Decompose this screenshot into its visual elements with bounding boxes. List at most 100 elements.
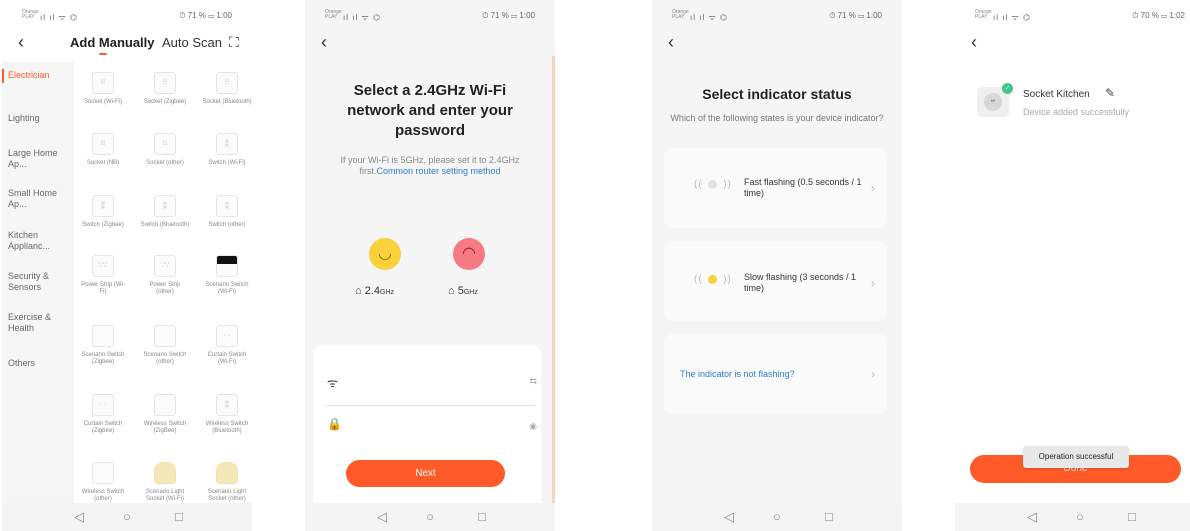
not-flashing-link[interactable]: The indicator is not flashing? (680, 369, 795, 379)
carrier-label: Orange PLAY (672, 9, 689, 20)
screen-indicator-status: Orange PLAY ıl ıl ᯤ ⌬ ⏱ 71 % ▭ 1:00 ‹ Se… (652, 0, 902, 531)
status-bar: Orange PLAY ıl ıl ᯤ ⌬ ⏱ 70 % ▭ 1:02 (975, 10, 1185, 24)
screen-device-added: Orange PLAY ıl ıl ᯤ ⌬ ⏱ 70 % ▭ 1:02 ‹ ••… (955, 0, 1190, 531)
switch-icon: ¦¦ (216, 195, 238, 217)
screen-add-manually: Orange PLAY ıl ıl ᯤ ⌬ ⏱ 71 % ▭ 1:00 ‹ Ad… (2, 0, 252, 531)
status-bar: Orange PLAY ıl ıl ᯤ ⌬ ⏱ 71 % ▭ 1:00 (325, 10, 535, 24)
nav-home-icon[interactable]: ○ (123, 509, 131, 524)
fast-flash-indicator-icon: (( )) (694, 179, 732, 190)
active-tab-indicator (99, 53, 107, 55)
power-strip-icon: ∵∵ (154, 255, 176, 277)
tab-auto-scan[interactable]: Auto Scan (162, 35, 222, 50)
device-tile[interactable]: · · Curtain Switch (Zigbee) (78, 394, 128, 435)
screen-wifi-setup: Orange PLAY ıl ıl ᯤ ⌬ ⏱ 71 % ▭ 1:00 ‹ Se… (305, 0, 555, 531)
nav-home-icon[interactable]: ○ (426, 509, 434, 524)
nav-back-icon[interactable]: ◁ (724, 509, 734, 525)
socket-icon: ⁝⁝ (92, 72, 114, 94)
wifi-name-input[interactable] (349, 374, 479, 390)
device-thumbnail: •• ✓ (977, 83, 1013, 117)
scenario-switch-icon (92, 325, 114, 347)
device-tile[interactable]: Wireless Switch (ZigBee) (140, 394, 190, 435)
device-tile[interactable]: ¦¦ Switch (Bluetooth) (140, 195, 190, 229)
sad-face-icon: ◠ (453, 238, 485, 270)
device-tile[interactable]: ¦¦ Switch (other) (202, 195, 252, 229)
nav-recent-icon[interactable]: □ (478, 509, 486, 524)
sidebar-active-marker (2, 69, 4, 83)
device-name: Socket Kitchen (1023, 89, 1090, 100)
nav-home-icon[interactable]: ○ (1076, 509, 1084, 524)
tab-add-manually[interactable]: Add Manually (70, 35, 155, 50)
switch-network-icon[interactable]: ⇆ (529, 376, 537, 387)
device-tile[interactable]: Scenario Switch (Zigbee) (78, 325, 128, 366)
scenario-switch-icon (216, 255, 238, 277)
device-tile[interactable]: ¦¦ Switch (Wi-Fi) (202, 133, 252, 167)
wireless-switch-icon: ¦¦ (216, 394, 238, 416)
nav-home-icon[interactable]: ○ (773, 509, 781, 524)
device-tile[interactable]: ⁝⁝ Socket (NB) (78, 133, 128, 167)
carrier-label: Orange PLAY (325, 9, 342, 20)
device-tile[interactable]: · · Curtain Switch (Wi-Fi) (202, 325, 252, 366)
sidebar-item-kitchen[interactable]: Kitchen Applianc... (8, 230, 70, 252)
device-tile[interactable]: Scenario Switch (other) (140, 325, 190, 366)
device-tile[interactable]: Scenario Switch (Wi-Fi) (202, 255, 252, 296)
option-fast-flashing[interactable]: (( )) Fast flashing (0.5 seconds / 1 tim… (664, 148, 887, 228)
sidebar-item-large-home[interactable]: Large Home Ap... (8, 148, 70, 170)
device-tile[interactable]: ⁝⁝ Socket (Zigbee) (140, 72, 190, 106)
nav-back-icon[interactable]: ◁ (1027, 509, 1037, 525)
socket-icon: ⁝⁝ (92, 133, 114, 155)
scrollbar[interactable] (552, 56, 555, 503)
device-tile[interactable]: ⁝⁝ Socket (Bluetooth) (202, 72, 252, 106)
switch-icon: ¦¦ (154, 195, 176, 217)
device-tile[interactable]: Scenario Light Socket (other) (202, 462, 252, 503)
edit-icon[interactable]: ✎ (1105, 86, 1115, 100)
sidebar-item-others[interactable]: Others (8, 358, 70, 369)
power-strip-icon: ∵∵ (92, 255, 114, 277)
wifi-password-input[interactable] (349, 418, 479, 434)
light-socket-icon (216, 462, 238, 484)
device-tile[interactable]: ¦¦ Wireless Switch (Bluetooth) (202, 394, 252, 435)
device-tile[interactable]: ⁝⁝ Socket (Wi-Fi) (78, 72, 128, 106)
nav-recent-icon[interactable]: □ (175, 509, 183, 524)
show-password-icon[interactable]: ◉ (529, 421, 537, 432)
sidebar-item-lighting[interactable]: Lighting (8, 113, 70, 124)
wifi-icon: ᯤ (327, 376, 338, 390)
back-icon[interactable]: ‹ (18, 33, 24, 51)
signal-icon: ıl ıl ᯤ ⌬ (343, 13, 381, 22)
band-2-4ghz: ⌂ 2.4GHz (355, 285, 395, 297)
device-status: Device added successfully (1023, 107, 1130, 117)
sidebar-item-exercise[interactable]: Exercise & Health (8, 312, 70, 334)
nav-back-icon[interactable]: ◁ (377, 509, 387, 525)
device-tile[interactable]: ∵∵ Power Strip (Wi-Fi) (78, 255, 128, 296)
curtain-switch-icon: · · (92, 394, 114, 416)
scan-icon[interactable]: ⛶ (229, 34, 239, 51)
battery-time: ⏱ 71 % ▭ 1:00 (179, 11, 232, 20)
device-tile[interactable]: Wireless Switch (other) (78, 462, 128, 503)
back-icon[interactable]: ‹ (668, 33, 674, 51)
sidebar-item-security[interactable]: Security & Sensors (8, 271, 70, 293)
carrier-label: Orange PLAY (975, 9, 992, 20)
device-tile[interactable]: ¦¦ Switch (Zigbee) (78, 195, 128, 229)
wifi-note: If your Wi-Fi is 5GHz, please set it to … (340, 155, 520, 176)
band-5ghz: ⌂ 5GHz (448, 285, 478, 297)
socket-icon: •• (984, 93, 1002, 111)
router-setting-link[interactable]: Common router setting method (376, 166, 500, 176)
sidebar-item-electrician[interactable]: Electrician (8, 70, 70, 81)
device-tile[interactable]: ∵∵ Power Strip (other) (140, 255, 190, 296)
page-title: Select a 2.4GHz Wi-Fi network and enter … (347, 82, 513, 139)
option-not-flashing[interactable]: The indicator is not flashing? › (664, 334, 887, 414)
scenario-switch-icon (154, 325, 176, 347)
nav-recent-icon[interactable]: □ (1128, 509, 1136, 524)
wireless-switch-icon (92, 462, 114, 484)
option-slow-flashing[interactable]: (( )) Slow flashing (3 seconds / 1 time)… (664, 241, 887, 321)
next-button[interactable]: Next (346, 460, 505, 487)
light-socket-icon (154, 462, 176, 484)
device-tile[interactable]: ⁝⁝ Socket (other) (140, 133, 190, 167)
device-tile[interactable]: Scenario Light Socket (Wi-Fi) (140, 462, 190, 503)
sidebar-item-small-home[interactable]: Small Home Ap... (8, 188, 70, 210)
back-icon[interactable]: ‹ (321, 33, 327, 51)
nav-recent-icon[interactable]: □ (825, 509, 833, 524)
slow-flash-indicator-icon: (( )) (694, 274, 732, 285)
toast-message: Operation successful (1023, 446, 1129, 468)
nav-back-icon[interactable]: ◁ (74, 509, 84, 525)
back-icon[interactable]: ‹ (971, 33, 977, 51)
